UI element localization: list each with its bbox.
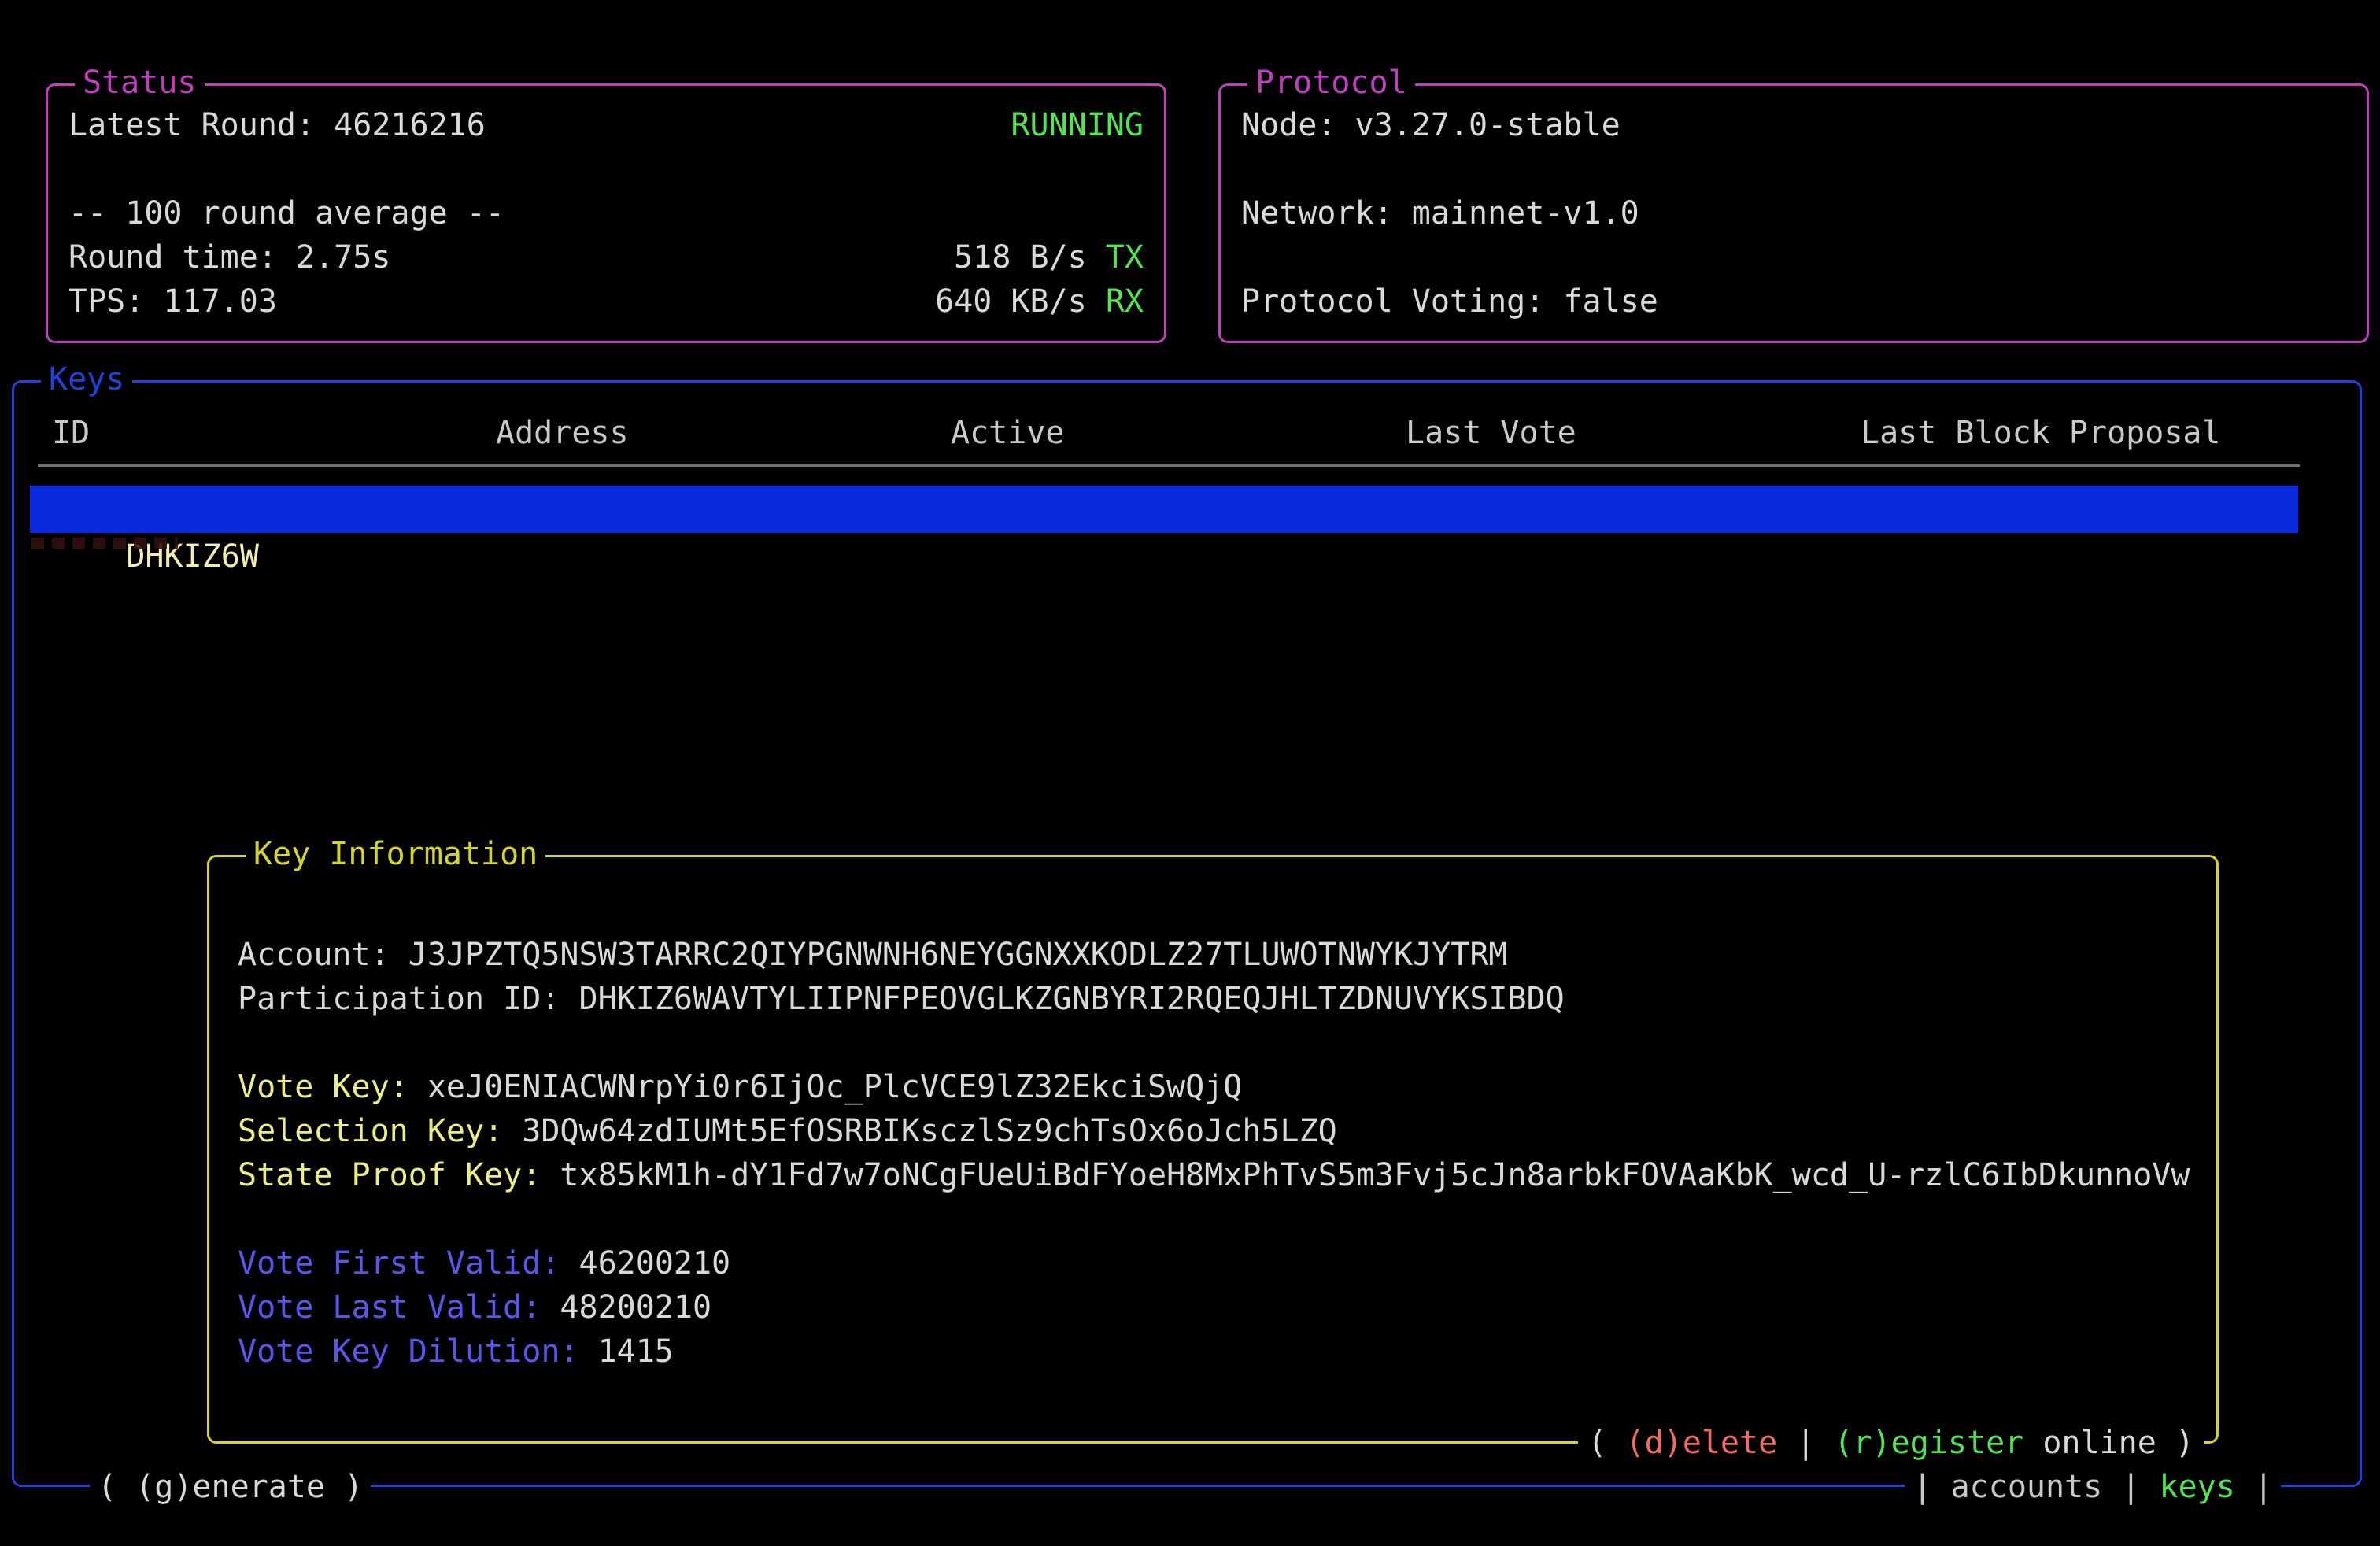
register-online-button[interactable]: (r)egister online [1834,1425,2156,1461]
rx-label: RX [1106,283,1144,320]
selection-key-value: 3DQw64zdIUMt5EfOSRBIKsczlSz9chTsOx6oJch5… [522,1113,1337,1149]
vote-last-valid-value: 48200210 [560,1289,711,1326]
delete-key-button[interactable]: (d)elete [1626,1425,1778,1461]
online-label: online [2023,1425,2156,1461]
round-time-label: Round time: [68,239,296,276]
vote-last-valid-label: Vote Last Valid: [238,1289,560,1326]
vote-first-valid-value: 46200210 [578,1245,730,1282]
column-header-id: ID [52,411,90,455]
tab-bar-separator: | [2102,1469,2159,1505]
key-information-dialog: Key Information Account: J3JPZTQ5NSW3TAR… [207,855,2219,1444]
column-header-active: Active [951,411,1065,455]
account-line: Account: J3JPZTQ5NSW3TARRC2QIYPGNWNH6NEY… [238,933,2216,977]
tab-bar-separator: | [1913,1469,1950,1505]
actions-close-paren: ) [2156,1425,2194,1461]
network-label: Network: [1241,195,1412,231]
status-panel-title: Status [75,61,205,105]
keys-panel-title: Keys [41,357,132,401]
table-row-ghost [31,538,178,549]
latest-round: Latest Round: 46216216 [68,103,486,147]
protocol-panel: Protocol Node: v3.27.0-stable Network: m… [1218,83,2369,343]
tx-rate-value: 518 B/s [954,239,1106,276]
tab-accounts[interactable]: accounts [1951,1469,2103,1505]
vote-first-valid-label: Vote First Valid: [238,1245,578,1282]
vote-key-dilution-line: Vote Key Dilution: 1415 [238,1330,2216,1374]
column-header-address: Address [496,411,629,455]
selection-key-line: Selection Key: 3DQw64zdIUMt5EfOSRBIKsczl… [238,1109,2216,1153]
latest-round-label: Latest Round: [68,107,334,143]
account-label: Account: [238,937,408,973]
table-row-selected[interactable]: DHKIZ6W [30,486,2298,533]
tps-value: 117.03 [163,283,277,320]
state-proof-key-line: State Proof Key: tx85kM1h-dY1Fd7w7oNCgFU… [238,1153,2216,1197]
run-state-badge: RUNNING [1011,103,1144,147]
tx-label: TX [1106,239,1144,276]
round-average-header: -- 100 round average -- [68,191,504,235]
tab-bar: | accounts | keys | [1905,1465,2281,1509]
key-information-actions: ( (d)elete | (r)egister online ) [1578,1421,2204,1465]
participation-id-line: Participation ID: DHKIZ6WAVTYLIIPNFPEOVG… [238,977,2216,1021]
vote-key-dilution-label: Vote Key Dilution: [238,1333,598,1370]
rx-rate-value: 640 KB/s [935,283,1106,320]
latest-round-value: 46216216 [334,107,486,143]
vote-key-value: xeJ0ENIACWNrpYi0r6IjOc_PlcVCE9lZ32EkciSw… [427,1069,1243,1105]
tab-keys[interactable]: keys [2160,1469,2235,1505]
vote-key-line: Vote Key: xeJ0ENIACWNrpYi0r6IjOc_PlcVCE9… [238,1065,2216,1109]
network-value: mainnet-v1.0 [1412,195,1639,231]
tx-rate: 518 B/s TX [954,235,1144,279]
node-label: Node: [1241,107,1355,143]
vote-key-dilution-value: 1415 [598,1333,674,1370]
generate-key-button[interactable]: ( (g)enerate ) [90,1465,371,1509]
tab-bar-separator: | [2235,1469,2273,1505]
key-information-title: Key Information [246,832,545,876]
node-version: Node: v3.27.0-stable [1241,103,1621,147]
protocol-voting: Protocol Voting: false [1241,279,1658,324]
vote-key-label: Vote Key: [238,1069,427,1105]
protocol-voting-value: false [1563,283,1658,320]
register-label: (r)egister [1834,1425,2023,1461]
tps: TPS: 117.03 [68,279,277,324]
actions-separator: | [1777,1425,1834,1461]
network: Network: mainnet-v1.0 [1241,191,1639,235]
table-header-separator [38,464,2300,467]
rx-rate: 640 KB/s RX [935,279,1144,324]
actions-open-paren: ( [1587,1425,1625,1461]
selection-key-label: Selection Key: [238,1113,522,1149]
tps-label: TPS: [68,283,163,320]
status-panel: Status Latest Round: 46216216 RUNNING --… [46,83,1166,343]
vote-last-valid-line: Vote Last Valid: 48200210 [238,1285,2216,1330]
vote-first-valid-line: Vote First Valid: 46200210 [238,1241,2216,1285]
keys-panel: Keys ID Address Active Last Vote Last Bl… [12,380,2362,1487]
state-proof-key-value: tx85kM1h-dY1Fd7w7oNCgFUeUiBdFYoeH8MxPhTv… [560,1157,2190,1193]
column-header-last-vote: Last Vote [1406,411,1576,455]
participation-id-value: DHKIZ6WAVTYLIIPNFPEOVGLKZGNBYRI2RQEQJHLT… [578,981,1564,1017]
state-proof-key-label: State Proof Key: [238,1157,560,1193]
round-time: Round time: 2.75s [68,235,390,279]
protocol-voting-label: Protocol Voting: [1241,283,1563,320]
column-header-last-block-proposal: Last Block Proposal [1861,411,2221,455]
round-time-value: 2.75s [296,239,390,276]
node-version-value: v3.27.0-stable [1355,107,1621,143]
protocol-panel-title: Protocol [1247,61,1415,105]
account-value: J3JPZTQ5NSW3TARRC2QIYPGNWNH6NEYGGNXXKODL… [408,937,1508,973]
participation-id-label: Participation ID: [238,981,578,1017]
